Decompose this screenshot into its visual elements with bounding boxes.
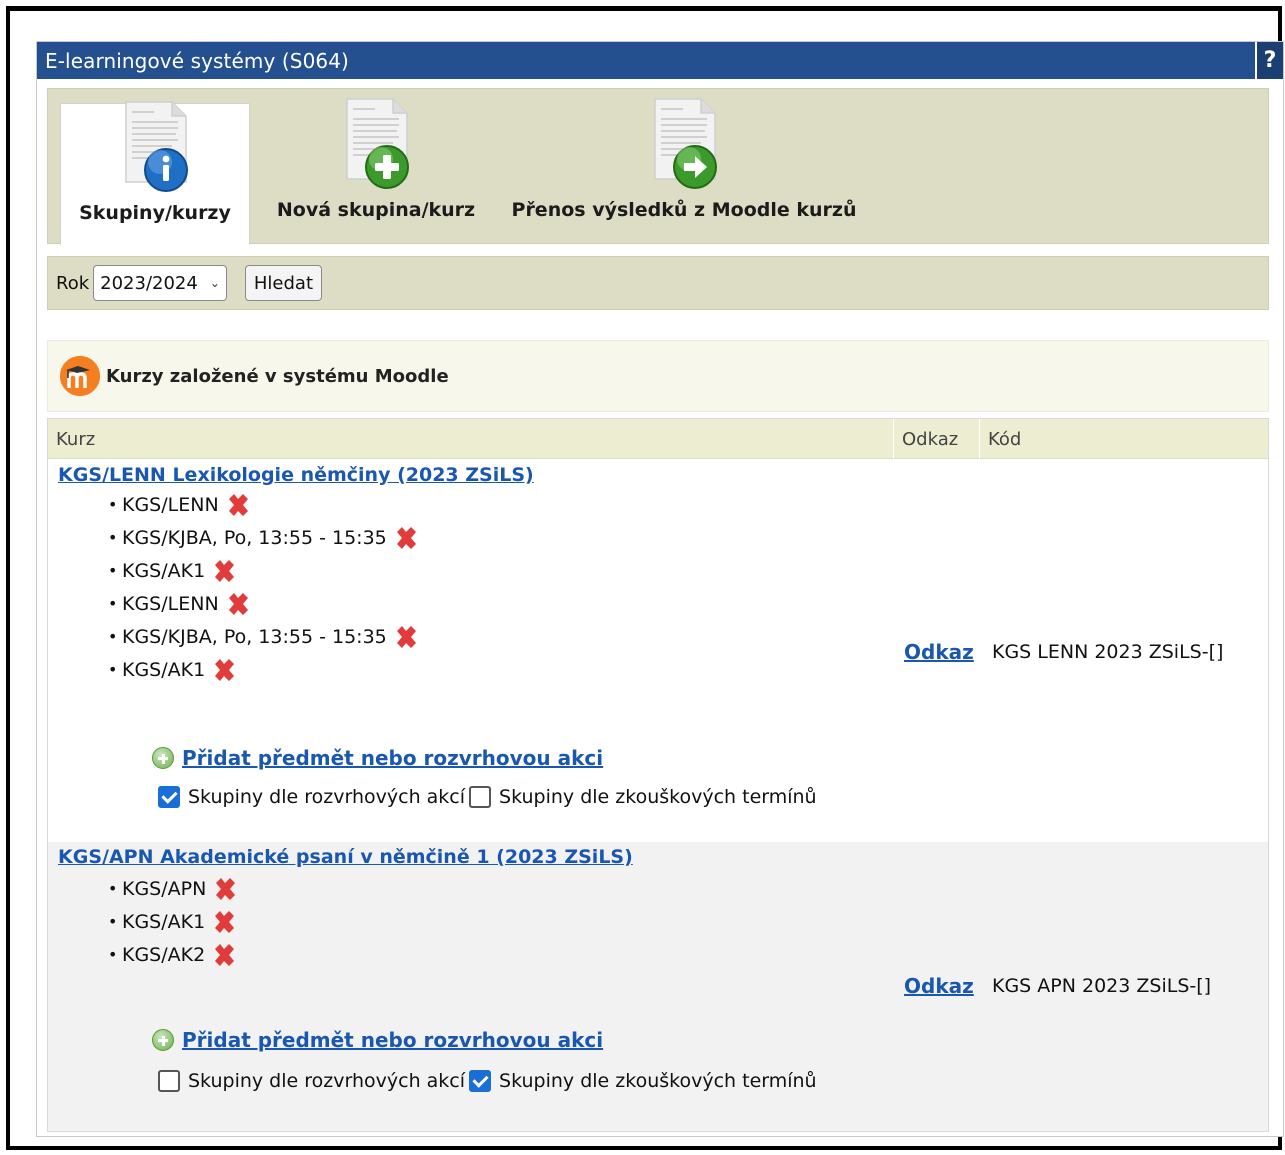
checkbox-label: Skupiny dle zkouškových termínů <box>499 1070 817 1092</box>
title-bar: E-learningové systémy (S064) ? <box>37 42 1283 79</box>
delete-x-icon[interactable] <box>211 558 237 584</box>
add-subject-link[interactable]: Přidat předmět nebo rozvrhovou akci <box>182 1028 603 1052</box>
delete-x-icon[interactable] <box>211 909 237 935</box>
courses-table: Kurz Odkaz Kód KGS/LENN Lexikologie němč… <box>47 418 1269 1132</box>
delete-x-icon[interactable] <box>393 624 419 650</box>
list-item: • KGS/KJBA, Po, 13:55 - 15:35 <box>108 521 419 554</box>
tab-nova-skupina-kurz[interactable]: Nová skupina/kurz <box>270 89 482 245</box>
tab-prenos-vysledku[interactable]: Přenos výsledků z Moodle kurzů <box>504 89 864 245</box>
odkaz-link[interactable]: Odkaz <box>904 640 974 664</box>
list-item: • KGS/LENN <box>108 488 419 521</box>
item-label: KGS/KJBA, Po, 13:55 - 15:35 <box>122 526 387 549</box>
delete-x-icon[interactable] <box>212 876 238 902</box>
year-select[interactable]: 2023/2024 ⌄ <box>93 265 227 301</box>
moodle-icon <box>60 356 100 396</box>
document-transfer-icon <box>649 97 719 193</box>
plus-circle-icon <box>152 747 174 769</box>
delete-x-icon[interactable] <box>211 657 237 683</box>
course-link[interactable]: KGS/LENN Lexikologie němčiny (2023 ZSiLS… <box>58 464 534 486</box>
plus-circle-icon <box>152 1029 174 1051</box>
list-item: • KGS/AK2 <box>108 938 238 971</box>
item-label: KGS/AK1 <box>122 559 206 582</box>
add-subject-row: Přidat předmět nebo rozvrhovou akci <box>152 746 603 770</box>
item-label: KGS/LENN <box>122 493 219 516</box>
filter-bar: Rok 2023/2024 ⌄ Hledat <box>47 256 1269 310</box>
list-item: • KGS/KJBA, Po, 13:55 - 15:35 <box>108 620 419 653</box>
course-code: KGS APN 2023 ZSiLS-[] <box>992 975 1212 997</box>
course-code: KGS LENN 2023 ZSiLS-[] <box>992 641 1224 663</box>
delete-x-icon[interactable] <box>225 492 251 518</box>
delete-x-icon[interactable] <box>393 525 419 551</box>
checkbox-groups-by-exam[interactable] <box>469 1070 492 1092</box>
document-add-icon <box>341 97 411 193</box>
section-title: Kurzy založené v systému Moodle <box>106 365 449 387</box>
moodle-section-header: Kurzy založené v systému Moodle <box>47 340 1269 412</box>
checkbox-label: Skupiny dle rozvrhových akcí <box>188 786 466 808</box>
item-label: KGS/AK1 <box>122 658 206 681</box>
checkbox-groups-by-schedule[interactable] <box>158 786 180 808</box>
group-options: Skupiny dle rozvrhových akcí Skupiny dle… <box>158 786 821 808</box>
course-items-list: • KGS/APN • KGS/AK1 • KGS/AK2 <box>108 872 238 971</box>
year-value: 2023/2024 <box>100 272 198 294</box>
checkbox-groups-by-schedule[interactable] <box>158 1070 180 1092</box>
course-items-list: • KGS/LENN • KGS/KJBA, Po, 13:55 - 15:35 •… <box>108 488 419 686</box>
odkaz-link[interactable]: Odkaz <box>904 974 974 998</box>
table-header: Kurz Odkaz Kód <box>48 419 1268 459</box>
item-label: KGS/APN <box>122 877 207 900</box>
search-button[interactable]: Hledat <box>244 265 323 301</box>
column-header-kod: Kód <box>988 428 1022 450</box>
list-item: • KGS/AK1 <box>108 905 238 938</box>
toolbar: Skupiny/kurzy Nová skupina/kurz Přenos v… <box>47 88 1269 245</box>
elearning-panel: E-learningové systémy (S064) ? Skupiny/k… <box>36 41 1284 1137</box>
column-header-kurz: Kurz <box>48 419 894 459</box>
list-item: • KGS/AK1 <box>108 554 419 587</box>
add-subject-row: Přidat předmět nebo rozvrhovou akci <box>152 1028 603 1052</box>
item-label: KGS/KJBA, Po, 13:55 - 15:35 <box>122 625 387 648</box>
group-options: Skupiny dle rozvrhových akcí Skupiny dle… <box>158 1070 821 1092</box>
item-label: KGS/AK2 <box>122 943 206 966</box>
list-item: • KGS/APN <box>108 872 238 905</box>
window-title: E-learningové systémy (S064) <box>45 48 349 73</box>
column-header-odkaz: Odkaz <box>894 419 980 459</box>
chevron-down-icon: ⌄ <box>209 276 220 290</box>
help-button[interactable]: ? <box>1255 42 1283 79</box>
course-link[interactable]: KGS/APN Akademické psaní v němčině 1 (20… <box>58 846 633 868</box>
list-item: • KGS/AK1 <box>108 653 419 686</box>
table-row: KGS/APN Akademické psaní v němčině 1 (20… <box>48 842 1268 1131</box>
checkbox-label: Skupiny dle rozvrhových akcí <box>188 1070 466 1092</box>
item-label: KGS/LENN <box>122 592 219 615</box>
list-item: • KGS/LENN <box>108 587 419 620</box>
delete-x-icon[interactable] <box>211 942 237 968</box>
tab-skupiny-kurzy[interactable]: Skupiny/kurzy <box>60 100 250 245</box>
checkbox-groups-by-exam[interactable] <box>469 786 492 808</box>
document-info-icon <box>120 100 190 196</box>
delete-x-icon[interactable] <box>225 591 251 617</box>
tab-label: Skupiny/kurzy <box>79 202 231 224</box>
screenshot-frame: E-learningové systémy (S064) ? Skupiny/k… <box>6 6 1284 1150</box>
checkbox-label: Skupiny dle zkouškových termínů <box>499 786 817 808</box>
item-label: KGS/AK1 <box>122 910 206 933</box>
year-label: Rok <box>56 272 90 294</box>
tab-label: Nová skupina/kurz <box>276 199 476 221</box>
tab-label: Přenos výsledků z Moodle kurzů <box>511 199 857 221</box>
table-row: KGS/LENN Lexikologie němčiny (2023 ZSiLS… <box>48 460 1268 842</box>
add-subject-link[interactable]: Přidat předmět nebo rozvrhovou akci <box>182 746 603 770</box>
